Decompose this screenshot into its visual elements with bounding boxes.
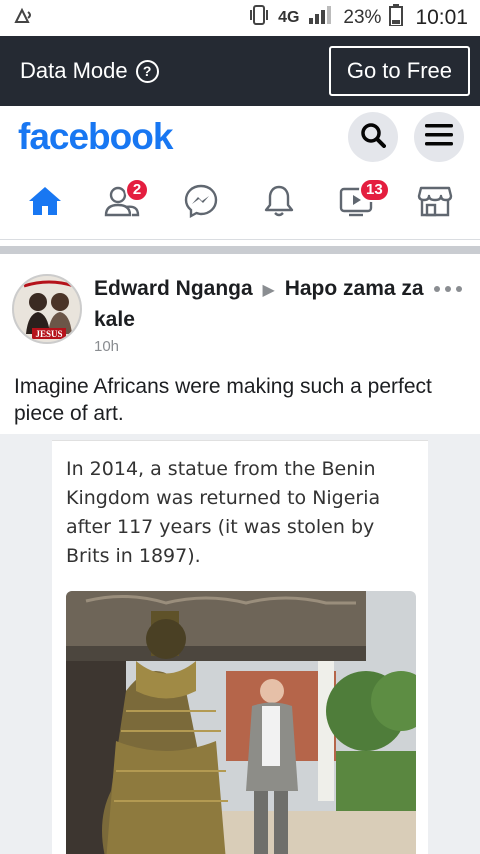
tab-messenger[interactable] — [171, 174, 231, 234]
network-type: 4G — [278, 9, 300, 26]
main-nav: 2 13 — [0, 168, 480, 240]
statue-photo — [66, 591, 416, 854]
post-timestamp[interactable]: 10h — [94, 338, 428, 355]
avatar[interactable]: JESUS — [12, 274, 82, 344]
post-author-line: Edward Nganga ▶ Hapo zama za kale — [94, 274, 428, 334]
tab-marketplace[interactable] — [405, 174, 465, 234]
post: JESUS Edward Nganga ▶ Hapo zama za kale … — [0, 254, 480, 437]
search-icon — [360, 122, 386, 153]
feed-separator — [0, 246, 480, 254]
image-caption: In 2014, a statue from the Benin Kingdom… — [66, 458, 381, 567]
menu-button[interactable] — [414, 112, 464, 162]
wifi-calling-icon — [14, 6, 36, 30]
post-media[interactable]: In 2014, a statue from the Benin Kingdom… — [0, 434, 480, 854]
caret-right-icon: ▶ — [262, 282, 275, 299]
avatar-caption: JESUS — [35, 329, 62, 339]
more-options-icon[interactable] — [428, 274, 468, 304]
tab-friends[interactable]: 2 — [93, 174, 153, 234]
bell-icon — [263, 184, 295, 223]
data-mode-label: Data Mode — [20, 58, 128, 83]
battery-level: 23% — [343, 7, 382, 28]
facebook-logo[interactable]: facebook — [18, 116, 332, 158]
shared-image-card: In 2014, a statue from the Benin Kingdom… — [52, 440, 428, 854]
clock: 10:01 — [415, 6, 468, 29]
post-text: Imagine Africans were making such a perf… — [14, 375, 432, 425]
question-circle-icon[interactable]: ? — [135, 59, 159, 83]
home-icon — [27, 185, 63, 222]
tab-watch[interactable]: 13 — [327, 174, 390, 234]
battery-icon — [389, 4, 404, 32]
go-to-free-button[interactable]: Go to Free — [328, 46, 470, 96]
vibrate-icon — [248, 5, 270, 31]
watch-badge: 13 — [359, 177, 390, 202]
status-bar: 4G 23% 10:01 — [0, 0, 480, 36]
data-mode-bar: Data Mode ? Go to Free — [0, 36, 480, 106]
marketplace-icon — [417, 185, 453, 222]
tab-home[interactable] — [15, 174, 75, 234]
hamburger-icon — [425, 123, 453, 151]
signal-icon — [307, 6, 335, 30]
post-header: JESUS Edward Nganga ▶ Hapo zama za kale … — [0, 254, 480, 355]
search-button[interactable] — [348, 112, 398, 162]
app-header: facebook — [0, 106, 480, 168]
post-author[interactable]: Edward Nganga — [94, 277, 253, 300]
tab-notifications[interactable] — [249, 174, 309, 234]
messenger-icon — [184, 184, 218, 223]
friends-badge: 2 — [125, 177, 149, 202]
